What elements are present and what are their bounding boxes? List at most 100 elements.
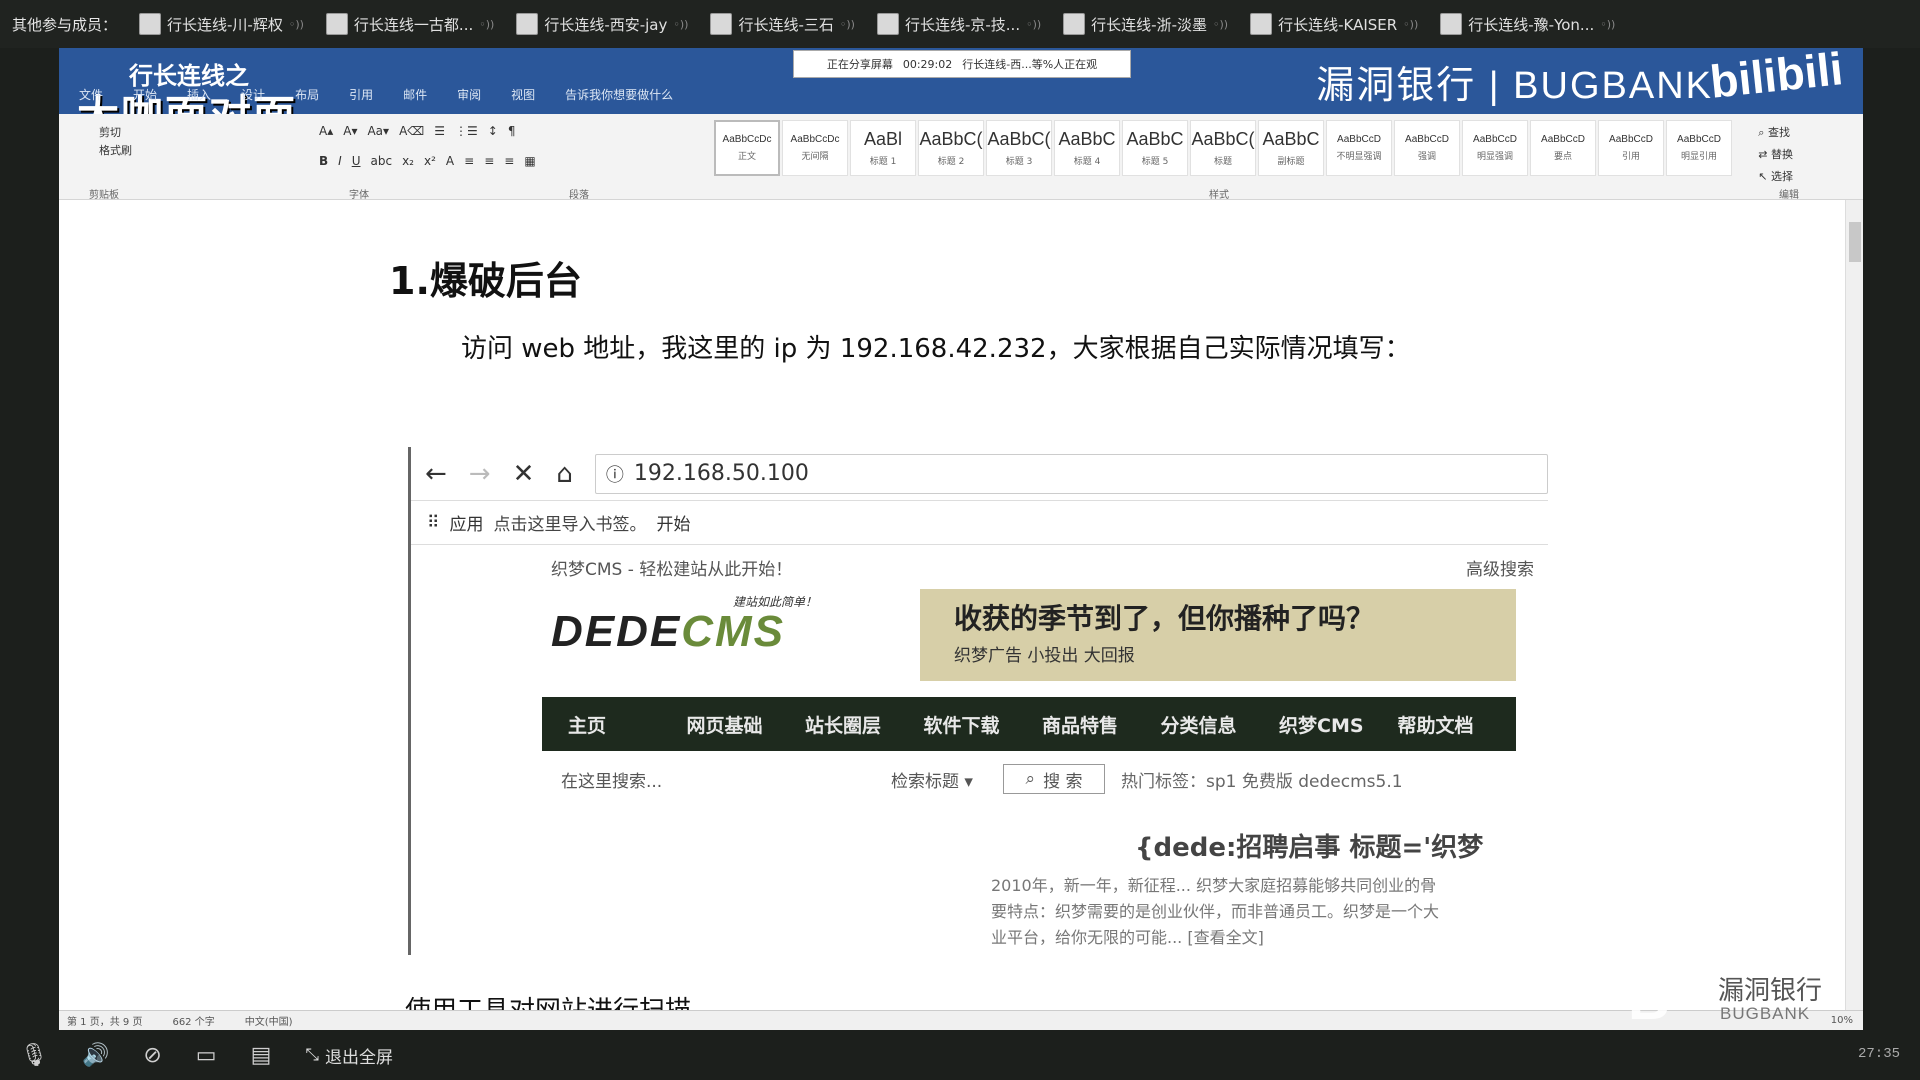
banner-subline: 织梦广告 小投出 大回报 (954, 646, 1135, 666)
menu-layout[interactable]: 布局 (295, 86, 319, 103)
clear-format-icon[interactable]: A⌫ (399, 124, 424, 138)
forward-icon: → (468, 458, 491, 489)
cut-button[interactable]: 剪切 (99, 124, 132, 142)
hot-tags-label: 热门标签： (1121, 771, 1206, 792)
group-label-paragraph: 段落 (569, 190, 589, 201)
exit-fullscreen-button[interactable]: ⤡ 退出全屏 (305, 1043, 393, 1068)
menu-home[interactable]: 开始 (133, 86, 157, 103)
sort-icon[interactable]: ↕ (488, 124, 498, 138)
apps-label: 应用 (449, 515, 484, 535)
mic-icon: ◦)) (1600, 17, 1616, 31)
paragraph-intro: 访问 web 地址，我这里的 ip 为 192.168.42.232，大家根据自… (461, 334, 1411, 364)
mic-icon: ◦)) (479, 17, 495, 31)
category-label: 检索标题 (891, 771, 959, 792)
camera-off-icon[interactable]: ⊘ (143, 1043, 161, 1068)
participant[interactable]: 行长连线-川-辉权 ◦)) (139, 13, 304, 35)
participant[interactable]: 行长连线一古都... ◦)) (325, 13, 495, 35)
menu-file[interactable]: 文件 (79, 86, 103, 103)
style-sample: AaBbC( (987, 129, 1051, 149)
address-bar: ⓘ 192.168.50.100 (594, 453, 1548, 494)
style-sample: AaBbC (1262, 129, 1320, 149)
style-14[interactable]: AaBbCcD 引用 (1598, 120, 1664, 176)
style-sample: AaBbC (1058, 129, 1116, 149)
style-sample: AaBbCcD (1473, 134, 1517, 145)
cursor-icon: ↖ (1758, 170, 1771, 183)
style-7[interactable]: AaBbC 标题 5 (1122, 120, 1188, 176)
bold-icon[interactable]: B (319, 154, 328, 168)
align-center-icon[interactable]: ≡ (484, 154, 494, 168)
styles-gallery: AaBbCcDc 正文 AaBbCcDc 无间隔 AaBl 标题 1 AaBbC(标题 2A… (714, 120, 1732, 176)
menu-tell-me[interactable]: 告诉我你想要做什么 (565, 86, 673, 103)
style-13[interactable]: AaBbCcD 要点 (1530, 120, 1596, 176)
replace-button[interactable]: ⇄ 替换 (1758, 144, 1793, 166)
menu-references[interactable]: 引用 (349, 86, 373, 103)
browser-toolbar: ← → ✕ ⌂ ⓘ 192.168.50.100 (411, 447, 1548, 501)
vertical-scrollbar[interactable] (1845, 200, 1863, 1010)
font-shrink-icon[interactable]: A▾ (343, 124, 357, 138)
pilcrow-icon[interactable]: ¶ (508, 124, 516, 138)
font-color-icon[interactable]: A (446, 154, 454, 168)
avatar (1250, 13, 1273, 35)
screen-share-banner[interactable]: 正在分享屏幕 00:29:02 行长连线-西...等%人正在观 (793, 50, 1131, 78)
style-4[interactable]: AaBbC(标题 2 (918, 120, 984, 176)
participant[interactable]: 行长连线-豫-Yon... ◦)) (1440, 13, 1615, 35)
article-title: {dede:招聘启事 标题='织梦 (1135, 833, 1484, 863)
style-6[interactable]: AaBbC 标题 4 (1054, 120, 1120, 176)
screen-share-icon[interactable]: ▭ (196, 1043, 217, 1068)
format-painter-button[interactable]: 格式刷 (99, 142, 132, 160)
speaker-icon[interactable]: 🔊 (82, 1043, 109, 1068)
superscript-icon[interactable]: x² (424, 154, 436, 168)
word-status-bar: 第 1 页，共 9 页 662 个字 中文(中国) 10% (59, 1010, 1863, 1030)
participant[interactable]: 行长连线-KAISER ◦)) (1250, 13, 1418, 35)
participant[interactable]: 行长连线-京-技... ◦)) (876, 13, 1042, 35)
style-8[interactable]: AaBbC(标题 (1190, 120, 1256, 176)
home-icon: ⌂ (556, 458, 573, 489)
nav-item: 软件下载 (923, 714, 1000, 737)
select-button[interactable]: ↖ 选择 (1758, 166, 1793, 188)
document-icon[interactable]: ▤ (251, 1043, 272, 1068)
shading-icon[interactable]: ▦ (524, 154, 535, 168)
underline-icon[interactable]: U (352, 154, 361, 168)
style-3[interactable]: AaBl 标题 1 (850, 120, 916, 176)
find-label: 查找 (1767, 126, 1790, 139)
menu-insert[interactable]: 插入 (187, 86, 211, 103)
scrollbar-thumb[interactable] (1849, 222, 1861, 262)
bugbank-brand: 漏洞银行 | BUGBANK (1316, 65, 1713, 107)
font-grow-icon[interactable]: A▴ (319, 124, 333, 138)
clipboard-group: 剪切 格式刷 (99, 124, 132, 160)
participant-name: 行长连线-川-辉权 (167, 15, 283, 34)
menu-review[interactable]: 审阅 (457, 86, 481, 103)
style-5[interactable]: AaBbC(标题 3 (986, 120, 1052, 176)
strikethrough-icon[interactable]: abc (371, 154, 393, 168)
mic-icon: ◦)) (1403, 17, 1419, 31)
style-9[interactable]: AaBbC 副标题 (1258, 120, 1324, 176)
subscript-icon[interactable]: x₂ (402, 154, 414, 168)
participant[interactable]: 行长连线-浙-淡墨 ◦)) (1063, 13, 1228, 35)
menu-mailings[interactable]: 邮件 (403, 86, 427, 103)
menu-design[interactable]: 设计 (241, 86, 265, 103)
menu-view[interactable]: 视图 (511, 86, 535, 103)
style-12[interactable]: AaBbCcD 明显强调 (1462, 120, 1528, 176)
italic-icon[interactable]: I (338, 154, 342, 168)
style-10[interactable]: AaBbCcD 不明显强调 (1326, 120, 1392, 176)
style-1[interactable]: AaBbCcDc 正文 (714, 120, 780, 176)
participant[interactable]: 行长连线-西安-jay ◦)) (516, 13, 688, 35)
style-15[interactable]: AaBbCcD 明显引用 (1666, 120, 1732, 176)
align-left-icon[interactable]: ≡ (464, 154, 474, 168)
advanced-search-link: 高级搜索 (1466, 559, 1534, 580)
find-button[interactable]: ⌕ 查找 (1758, 122, 1793, 144)
style-name: 明显引用 (1680, 152, 1717, 162)
bullets-icon[interactable]: ☰ (434, 124, 445, 138)
numbering-icon[interactable]: ⋮☰ (455, 124, 478, 138)
style-2[interactable]: AaBbCcDc 无间隔 (782, 120, 848, 176)
document-page[interactable]: 1.爆破后台 访问 web 地址，我这里的 ip 为 192.168.42.23… (59, 200, 1845, 1026)
mic-icon: ◦)) (1026, 17, 1042, 31)
nav-item: 分类信息 (1160, 714, 1237, 737)
participant[interactable]: 行长连线-三石 ◦)) (710, 13, 855, 35)
change-case-icon[interactable]: Aa▾ (367, 124, 389, 138)
watermark-subtext: BUGBANK (1720, 1004, 1811, 1023)
align-right-icon[interactable]: ≡ (504, 154, 514, 168)
style-11[interactable]: AaBbCcD 强调 (1394, 120, 1460, 176)
mic-icon: ◦)) (1213, 17, 1229, 31)
mute-mic-icon[interactable]: 🎙 (20, 1043, 48, 1068)
